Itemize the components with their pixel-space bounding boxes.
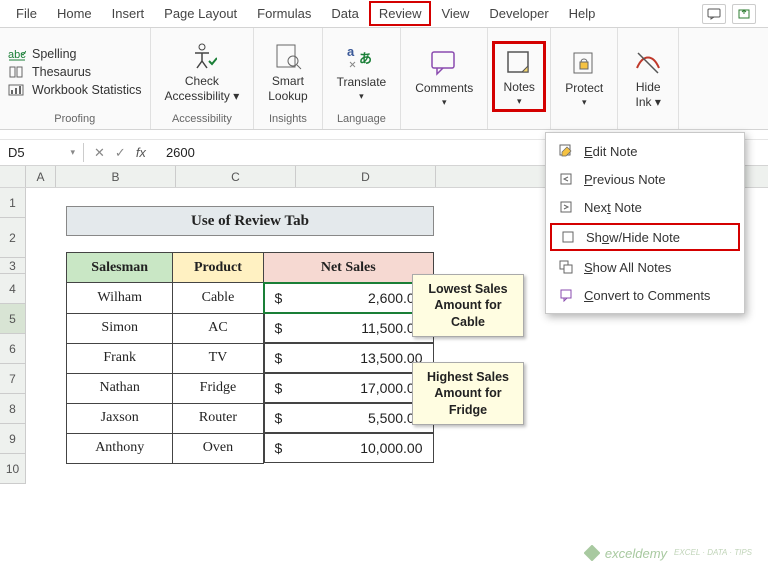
fx-icon[interactable]: fx: [136, 145, 146, 160]
hide-ink-button[interactable]: HideInk ▾: [626, 46, 670, 109]
group-ink: HideInk ▾: [618, 28, 679, 129]
ribbon-tabs: File Home Insert Page Layout Formulas Da…: [0, 0, 768, 28]
table-row: JaxsonRouter$5,500.00: [67, 403, 434, 433]
tab-developer[interactable]: Developer: [479, 1, 558, 26]
table-row: SimonAC$11,500.00: [67, 313, 434, 343]
ribbon: abcSpelling Thesaurus Workbook Statistic…: [0, 28, 768, 130]
svg-text:あ: あ: [359, 51, 372, 66]
table-row: FrankTV$13,500.00: [67, 343, 434, 373]
row-8[interactable]: 8: [0, 394, 25, 424]
note-lowest[interactable]: Lowest Sales Amount for Cable: [412, 274, 524, 337]
name-box[interactable]: D5▾: [0, 143, 84, 162]
check-accessibility-button[interactable]: CheckAccessibility ▾: [159, 40, 246, 103]
row-2[interactable]: 2: [0, 218, 25, 258]
menu-edit-note[interactable]: Edit Note: [546, 137, 744, 165]
group-insights: SmartLookup Insights: [254, 28, 322, 129]
row-3[interactable]: 3: [0, 258, 25, 274]
group-proofing: abcSpelling Thesaurus Workbook Statistic…: [0, 28, 151, 129]
tab-file[interactable]: File: [6, 1, 47, 26]
tab-data[interactable]: Data: [321, 1, 368, 26]
tab-view[interactable]: View: [431, 1, 479, 26]
cancel-icon[interactable]: ✕: [94, 145, 105, 161]
menu-convert-comments[interactable]: Convert to Comments: [546, 281, 744, 309]
thesaurus-button[interactable]: Thesaurus: [8, 65, 142, 79]
tab-insert[interactable]: Insert: [102, 1, 155, 26]
protect-button[interactable]: Protect▾: [559, 47, 609, 108]
group-label-proofing: Proofing: [54, 111, 95, 127]
tab-help[interactable]: Help: [559, 1, 606, 26]
spelling-button[interactable]: abcSpelling: [8, 47, 142, 61]
workbook-stats-button[interactable]: Workbook Statistics: [8, 83, 142, 97]
share-icon[interactable]: [732, 4, 756, 24]
row-1[interactable]: 1: [0, 188, 25, 218]
row-4[interactable]: 4: [0, 274, 25, 304]
menu-show-hide-note[interactable]: Show/Hide Note: [550, 223, 740, 251]
header-netsales[interactable]: Net Sales: [263, 253, 433, 283]
tab-pagelayout[interactable]: Page Layout: [154, 1, 247, 26]
table-row: NathanFridge$17,000.00: [67, 373, 434, 403]
row-5[interactable]: 5: [0, 304, 25, 334]
comments-toggle-icon[interactable]: [702, 4, 726, 24]
group-label-language: Language: [337, 111, 386, 127]
col-A[interactable]: A: [26, 166, 56, 187]
translate-button[interactable]: aあ Translate▾: [331, 41, 393, 102]
row-headers: 1 2 3 4 5 6 7 8 9 10: [0, 188, 26, 484]
row-6[interactable]: 6: [0, 334, 25, 364]
row-9[interactable]: 9: [0, 424, 25, 454]
group-protect: Protect▾: [551, 28, 618, 129]
menu-previous-note[interactable]: Previous Note: [546, 165, 744, 193]
group-label-accessibility: Accessibility: [172, 111, 232, 127]
notes-menu: Edit Note Previous Note Next Note Show/H…: [545, 132, 745, 314]
group-comments: Comments▾: [401, 28, 488, 129]
tab-formulas[interactable]: Formulas: [247, 1, 321, 26]
select-all[interactable]: [0, 166, 26, 187]
watermark: exceldemyEXCEL · DATA · TIPS: [584, 545, 752, 561]
table-row: AnthonyOven$10,000.00: [67, 433, 434, 463]
menu-next-note[interactable]: Next Note: [546, 193, 744, 221]
col-C[interactable]: C: [176, 166, 296, 187]
note-highest[interactable]: Highest Sales Amount for Fridge: [412, 362, 524, 425]
group-label-insights: Insights: [269, 111, 307, 127]
selected-cell[interactable]: $2,600.00: [264, 283, 434, 313]
notes-button[interactable]: Notes▾: [497, 46, 541, 107]
table-row: WilhamCable $2,600.00: [67, 283, 434, 314]
group-language: aあ Translate▾ Language: [323, 28, 402, 129]
tab-home[interactable]: Home: [47, 1, 102, 26]
group-accessibility: CheckAccessibility ▾ Accessibility: [151, 28, 255, 129]
svg-text:a: a: [347, 44, 355, 59]
tab-review[interactable]: Review: [369, 1, 432, 26]
col-D[interactable]: D: [296, 166, 436, 187]
row-10[interactable]: 10: [0, 454, 25, 484]
row-7[interactable]: 7: [0, 364, 25, 394]
smart-lookup-button[interactable]: SmartLookup: [262, 40, 313, 103]
group-notes: Notes▾: [488, 28, 551, 129]
header-product[interactable]: Product: [173, 253, 263, 283]
col-B[interactable]: B: [56, 166, 176, 187]
data-table: Salesman Product Net Sales WilhamCable $…: [66, 252, 434, 464]
sheet-title[interactable]: Use of Review Tab: [66, 206, 434, 236]
comments-button[interactable]: Comments▾: [409, 47, 479, 108]
enter-icon[interactable]: ✓: [115, 145, 126, 161]
header-salesman[interactable]: Salesman: [67, 253, 173, 283]
menu-show-all-notes[interactable]: Show All Notes: [546, 253, 744, 281]
